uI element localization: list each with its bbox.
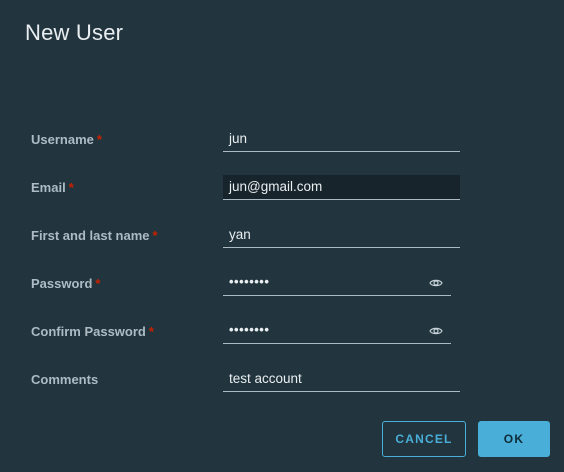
email-input[interactable]: jun@gmail.com (223, 175, 460, 200)
ok-button[interactable]: OK (478, 421, 550, 457)
email-value: jun@gmail.com (229, 179, 323, 194)
required-mark: * (152, 228, 158, 243)
username-row: Username * jun (0, 127, 564, 153)
confirm-password-value: •••••••• (229, 322, 270, 337)
username-label-text: Username (31, 132, 94, 147)
eye-icon[interactable] (429, 325, 443, 337)
email-label-text: Email (31, 180, 66, 195)
password-input[interactable]: •••••••• (223, 271, 451, 296)
username-input[interactable]: jun (223, 127, 460, 152)
password-value: •••••••• (229, 274, 270, 289)
email-label: Email * (31, 180, 74, 195)
required-mark: * (68, 180, 74, 195)
confirm-password-row: Confirm Password * •••••••• (0, 319, 564, 345)
required-mark: * (96, 132, 102, 147)
password-label-text: Password (31, 276, 93, 291)
password-label: Password * (31, 276, 100, 291)
cancel-button[interactable]: CANCEL (382, 421, 466, 457)
email-row: Email * jun@gmail.com (0, 175, 564, 201)
username-value: jun (229, 131, 248, 146)
comments-input[interactable]: test account (223, 367, 460, 392)
full-name-input[interactable]: yan (223, 223, 460, 248)
full-name-row: First and last name * yan (0, 223, 564, 249)
required-mark: * (95, 276, 101, 291)
comments-value: test account (229, 371, 302, 386)
new-user-dialog: New User Username * jun Email * jun@gmail.… (0, 0, 564, 472)
comments-label: Comments (31, 372, 98, 387)
full-name-label-text: First and last name (31, 228, 150, 243)
full-name-value: yan (229, 227, 251, 242)
confirm-password-input[interactable]: •••••••• (223, 319, 451, 344)
confirm-password-label: Confirm Password * (31, 324, 154, 339)
password-row: Password * •••••••• (0, 271, 564, 297)
dialog-title: New User (25, 20, 124, 45)
eye-icon[interactable] (429, 277, 443, 289)
confirm-password-label-text: Confirm Password (31, 324, 146, 339)
full-name-label: First and last name * (31, 228, 158, 243)
comments-label-text: Comments (31, 372, 99, 387)
comments-row: Comments test account (0, 367, 564, 393)
required-mark: * (148, 324, 154, 339)
username-label: Username * (31, 132, 102, 147)
